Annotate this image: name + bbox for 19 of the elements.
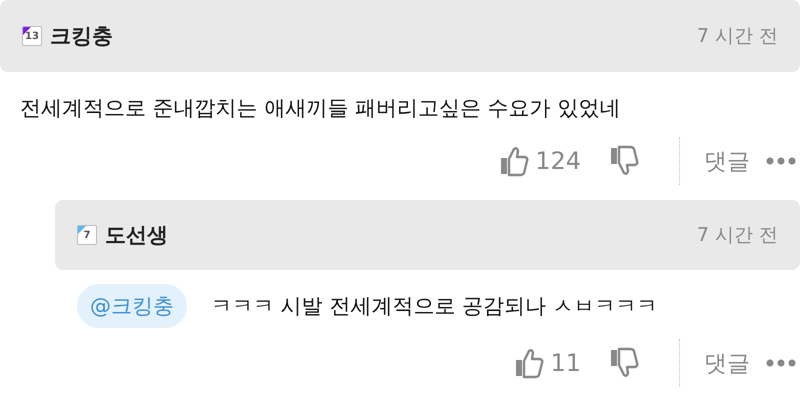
comment-time: 7 시간 전 (696, 223, 778, 248)
level-badge: 7 (77, 225, 97, 245)
author-name[interactable]: 크킹충 (50, 22, 113, 50)
more-icon[interactable] (766, 359, 796, 367)
author-name[interactable]: 도선생 (105, 221, 168, 249)
thumbs-up-icon[interactable] (514, 347, 544, 379)
like-count: 124 (535, 147, 581, 175)
more-icon[interactable] (766, 157, 796, 165)
comment-text: ㅋㅋㅋ 시발 전세계적으로 공감되나 ㅅㅂㅋㅋㅋ (211, 293, 658, 320)
level-badge: 13 (22, 26, 42, 46)
mention-tag[interactable]: @크킹충 (77, 284, 187, 328)
thumbs-up-icon[interactable] (499, 145, 530, 177)
thumbs-down-icon[interactable] (609, 145, 639, 177)
comment-text: 전세계적으로 준내깝치는 애새끼들 패버리고싶은 수요가 있었네 (20, 95, 620, 122)
reply-link[interactable]: 댓글 (704, 146, 750, 176)
comment-time: 7 시간 전 (696, 24, 778, 49)
thumbs-down-icon[interactable] (609, 347, 639, 379)
reply-link[interactable]: 댓글 (704, 348, 750, 378)
like-count: 11 (550, 349, 581, 377)
